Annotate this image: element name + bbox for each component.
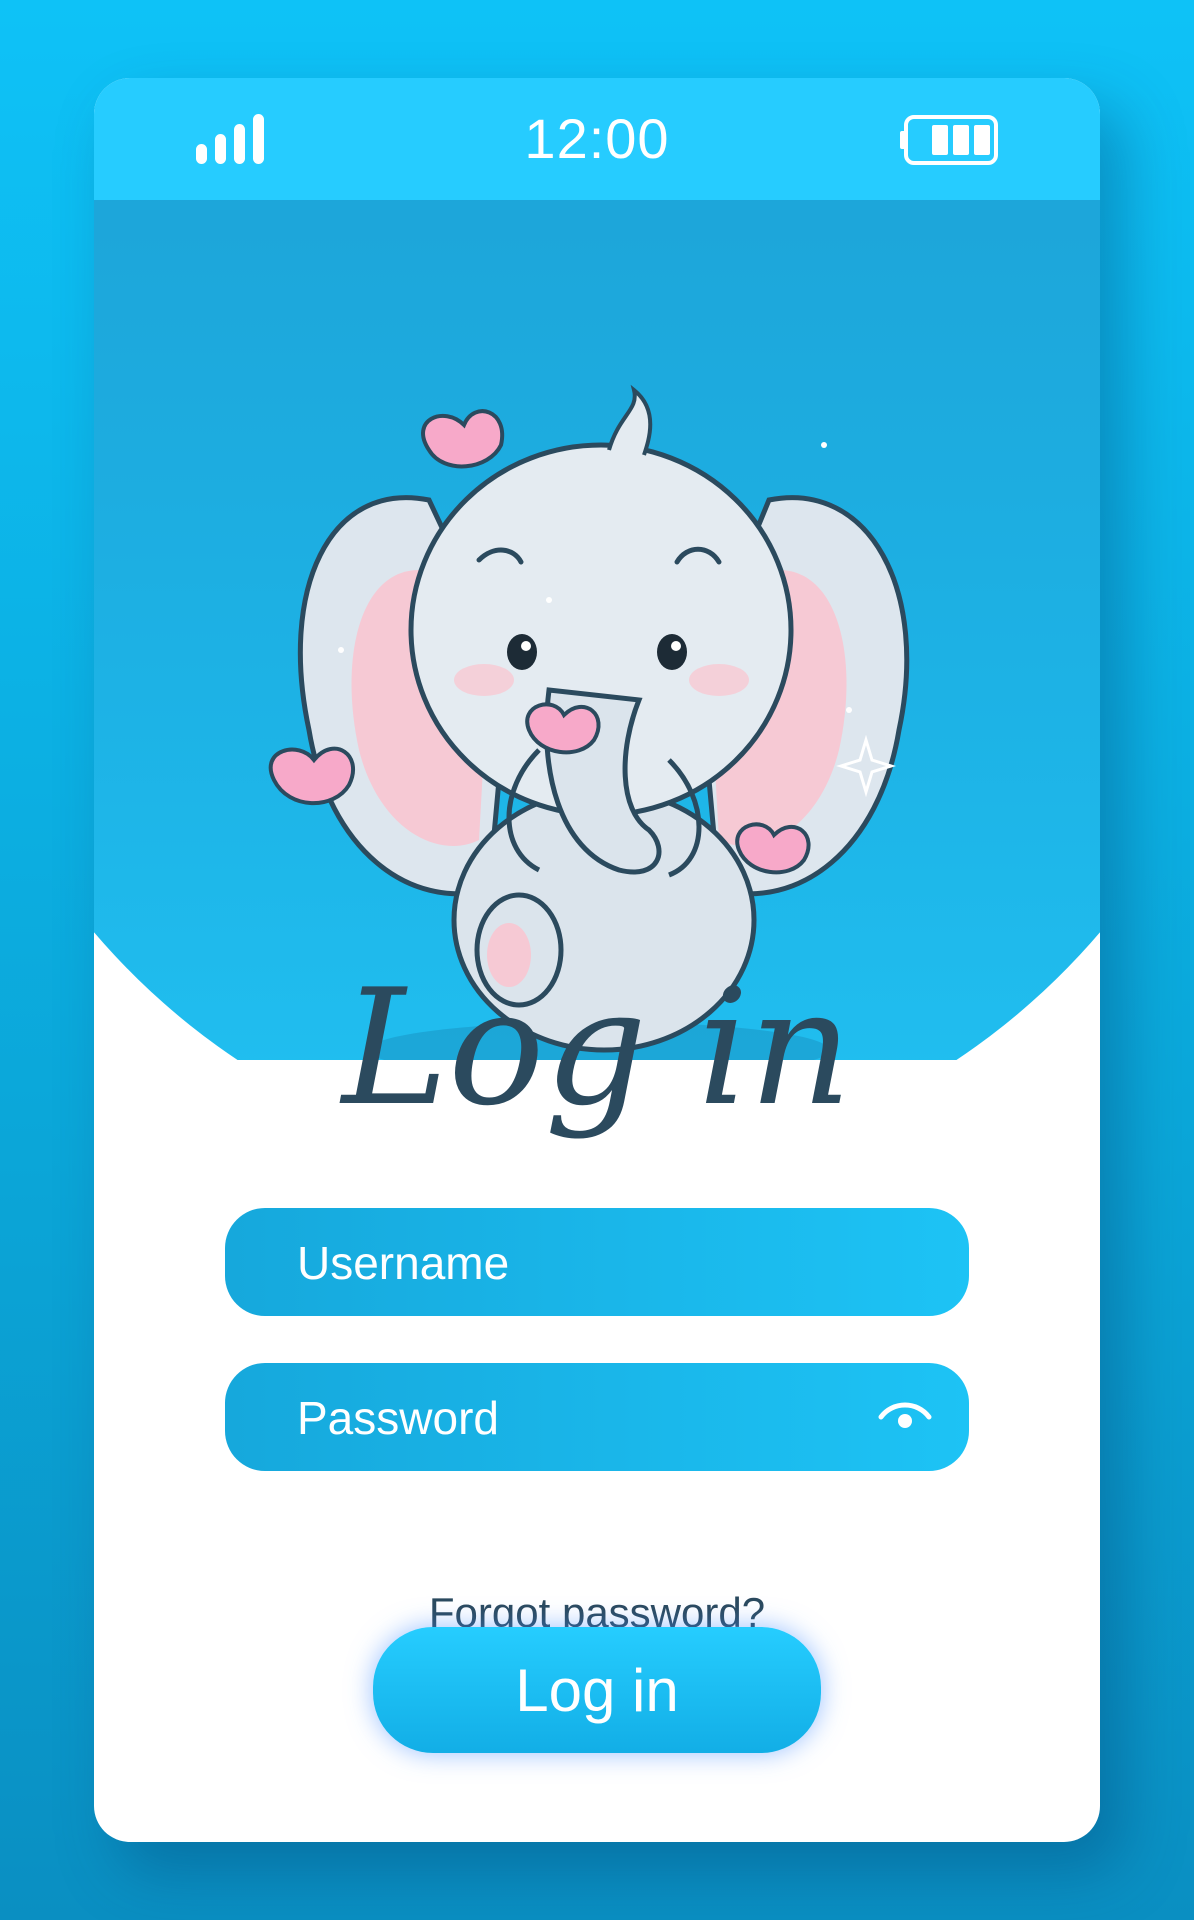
butterfly-left xyxy=(268,746,356,806)
eye-icon[interactable] xyxy=(877,1397,933,1437)
battery-icon xyxy=(900,115,998,165)
username-input[interactable] xyxy=(295,1208,859,1318)
password-input[interactable] xyxy=(295,1363,859,1473)
status-bar: 12:00 xyxy=(94,78,1100,200)
elephant-illustration xyxy=(268,384,910,1060)
login-button[interactable]: Log in xyxy=(373,1627,821,1753)
username-field[interactable] xyxy=(225,1208,969,1318)
page-title: Log in xyxy=(341,954,853,1141)
butterfly-top xyxy=(421,409,505,469)
hero-section xyxy=(94,200,1100,1060)
phone-screen: 12:00 Log in Forgot password? Log in xyxy=(94,78,1100,1842)
password-field[interactable] xyxy=(225,1363,969,1473)
